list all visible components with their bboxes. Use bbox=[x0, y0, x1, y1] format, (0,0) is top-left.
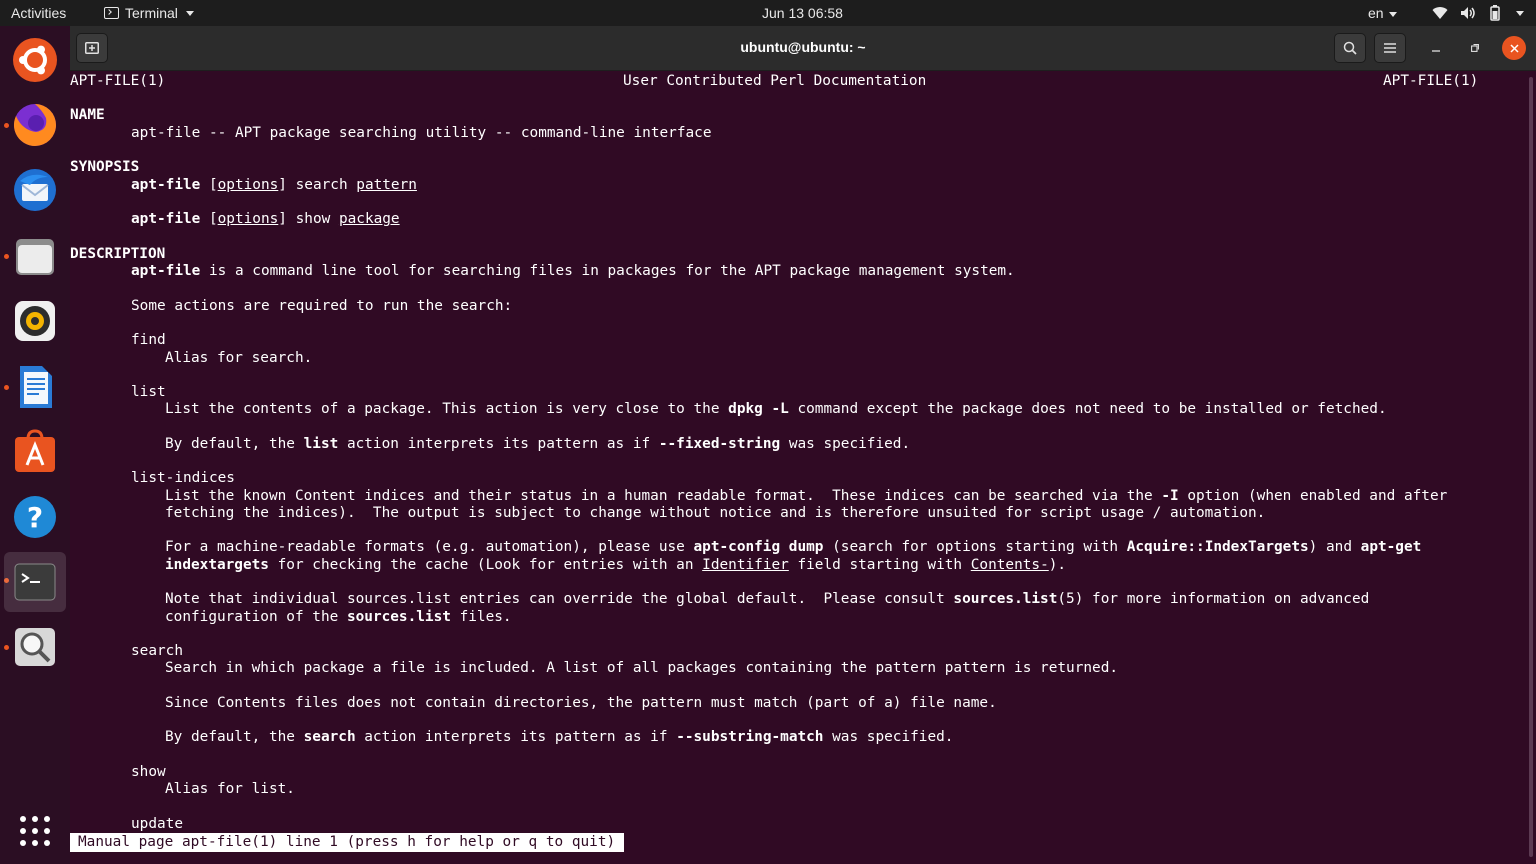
hamburger-icon bbox=[1384, 43, 1396, 53]
document-icon bbox=[12, 364, 58, 410]
magnifier-icon bbox=[12, 624, 58, 670]
battery-icon bbox=[1490, 5, 1500, 21]
window-title: ubuntu@ubuntu: ~ bbox=[740, 39, 866, 55]
action-desc-list-indices-2: fetching the indices). The output is sub… bbox=[165, 505, 1266, 521]
scrollbar-thumb[interactable] bbox=[1529, 77, 1533, 857]
man-header-center: User Contributed Perl Documentation bbox=[623, 73, 927, 89]
show-applications-button[interactable] bbox=[4, 801, 66, 861]
minimize-button[interactable] bbox=[1424, 36, 1448, 60]
top-bar: Activities Terminal Jun 13 06:58 en bbox=[0, 0, 1536, 26]
grid-icon bbox=[12, 808, 58, 854]
action-desc-list-indices-5: Note that individual sources.list entrie… bbox=[165, 591, 1370, 607]
action-default-search: By default, the search action interprets… bbox=[165, 729, 954, 745]
input-source-label: en bbox=[1368, 5, 1384, 21]
volume-icon bbox=[1461, 7, 1475, 19]
dock-item-ubuntu[interactable] bbox=[4, 30, 66, 90]
terminal-icon bbox=[104, 7, 119, 19]
action-term-search: search bbox=[131, 643, 183, 659]
app-menu[interactable]: Terminal bbox=[104, 0, 194, 26]
terminal-icon bbox=[12, 559, 58, 605]
restore-icon bbox=[1471, 44, 1479, 52]
action-desc-list-indices-3: For a machine-readable formats (e.g. aut… bbox=[165, 539, 1422, 555]
pager-status-line: Manual page apt-file(1) line 1 (press h … bbox=[70, 833, 624, 852]
dock-item-help[interactable]: ? bbox=[4, 487, 66, 547]
action-term-list-indices: list-indices bbox=[131, 470, 235, 486]
minimize-icon bbox=[1432, 50, 1440, 52]
action-term-list: list bbox=[131, 384, 166, 400]
text-cursor bbox=[615, 833, 624, 852]
dock-item-rhythmbox[interactable] bbox=[4, 291, 66, 351]
activities-button[interactable]: Activities bbox=[11, 0, 66, 26]
section-heading-description: DESCRIPTION bbox=[70, 246, 166, 262]
name-text: apt-file -- APT package searching utilit… bbox=[131, 125, 712, 141]
app-menu-label: Terminal bbox=[125, 5, 178, 21]
speaker-icon bbox=[12, 298, 58, 344]
close-button[interactable] bbox=[1502, 36, 1526, 60]
software-store-icon bbox=[12, 429, 58, 475]
help-icon: ? bbox=[12, 494, 58, 540]
action-term-show: show bbox=[131, 764, 166, 780]
action-desc-search: Search in which package a file is includ… bbox=[165, 660, 1119, 676]
thunderbird-icon bbox=[12, 167, 58, 213]
search-icon bbox=[1343, 41, 1357, 55]
synopsis-search-line: apt-file [options] search pattern bbox=[131, 177, 417, 193]
action-desc-list-indices-1: List the known Content indices and their… bbox=[165, 488, 1448, 504]
dock-item-writer[interactable] bbox=[4, 357, 66, 417]
action-default-list: By default, the list action interprets i… bbox=[165, 436, 911, 452]
man-header-left: APT-FILE(1) bbox=[70, 73, 166, 89]
action-desc-list: List the contents of a package. This act… bbox=[165, 401, 1387, 417]
action-desc-list-indices-6: configuration of the sources.list files. bbox=[165, 609, 512, 625]
system-menu[interactable] bbox=[1432, 0, 1524, 26]
firefox-icon bbox=[12, 102, 58, 148]
folder-icon bbox=[12, 233, 58, 279]
dock: ? bbox=[0, 26, 70, 864]
close-icon bbox=[1509, 43, 1519, 53]
chevron-down-icon bbox=[1389, 11, 1398, 17]
header-bar: ubuntu@ubuntu: ~ bbox=[70, 26, 1536, 71]
action-term-update: update bbox=[131, 816, 183, 832]
search-button[interactable] bbox=[1334, 33, 1366, 63]
action-contents-search: Since Contents files does not contain di… bbox=[165, 695, 997, 711]
description-actions: Some actions are required to run the sea… bbox=[131, 298, 513, 314]
wifi-icon bbox=[1432, 7, 1448, 20]
section-heading-synopsis: SYNOPSIS bbox=[70, 159, 140, 175]
action-term-find: find bbox=[131, 332, 166, 348]
section-heading-name: NAME bbox=[70, 107, 105, 123]
terminal-content[interactable]: APT-FILE(1) User Contributed Perl Docume… bbox=[70, 71, 1526, 864]
dock-item-screenshot[interactable] bbox=[4, 617, 66, 677]
dock-item-thunderbird[interactable] bbox=[4, 160, 66, 220]
action-desc-show: Alias for list. bbox=[165, 781, 295, 797]
terminal-window: ubuntu@ubuntu: ~ APT-FILE(1) User Contri… bbox=[70, 26, 1536, 864]
maximize-button[interactable] bbox=[1463, 36, 1487, 60]
dock-item-software[interactable] bbox=[4, 422, 66, 482]
dock-item-terminal[interactable] bbox=[4, 552, 66, 612]
ubuntu-logo-icon bbox=[12, 37, 58, 83]
menu-button[interactable] bbox=[1374, 33, 1406, 63]
description-text: apt-file is a command line tool for sear… bbox=[131, 263, 1015, 279]
chevron-down-icon bbox=[185, 10, 194, 16]
scrollbar[interactable] bbox=[1526, 71, 1536, 864]
dock-item-firefox[interactable] bbox=[4, 95, 66, 155]
svg-text:?: ? bbox=[27, 501, 43, 534]
dock-item-files[interactable] bbox=[4, 226, 66, 286]
action-desc-list-indices-4: indextargets for checking the cache (Loo… bbox=[165, 557, 1067, 573]
chevron-down-icon bbox=[1516, 10, 1524, 16]
action-desc-find: Alias for search. bbox=[165, 350, 313, 366]
input-source-menu[interactable]: en bbox=[1368, 0, 1398, 26]
man-header-right: APT-FILE(1) bbox=[1383, 73, 1479, 89]
synopsis-show-line: apt-file [options] show package bbox=[131, 211, 400, 227]
clock[interactable]: Jun 13 06:58 bbox=[762, 0, 843, 26]
